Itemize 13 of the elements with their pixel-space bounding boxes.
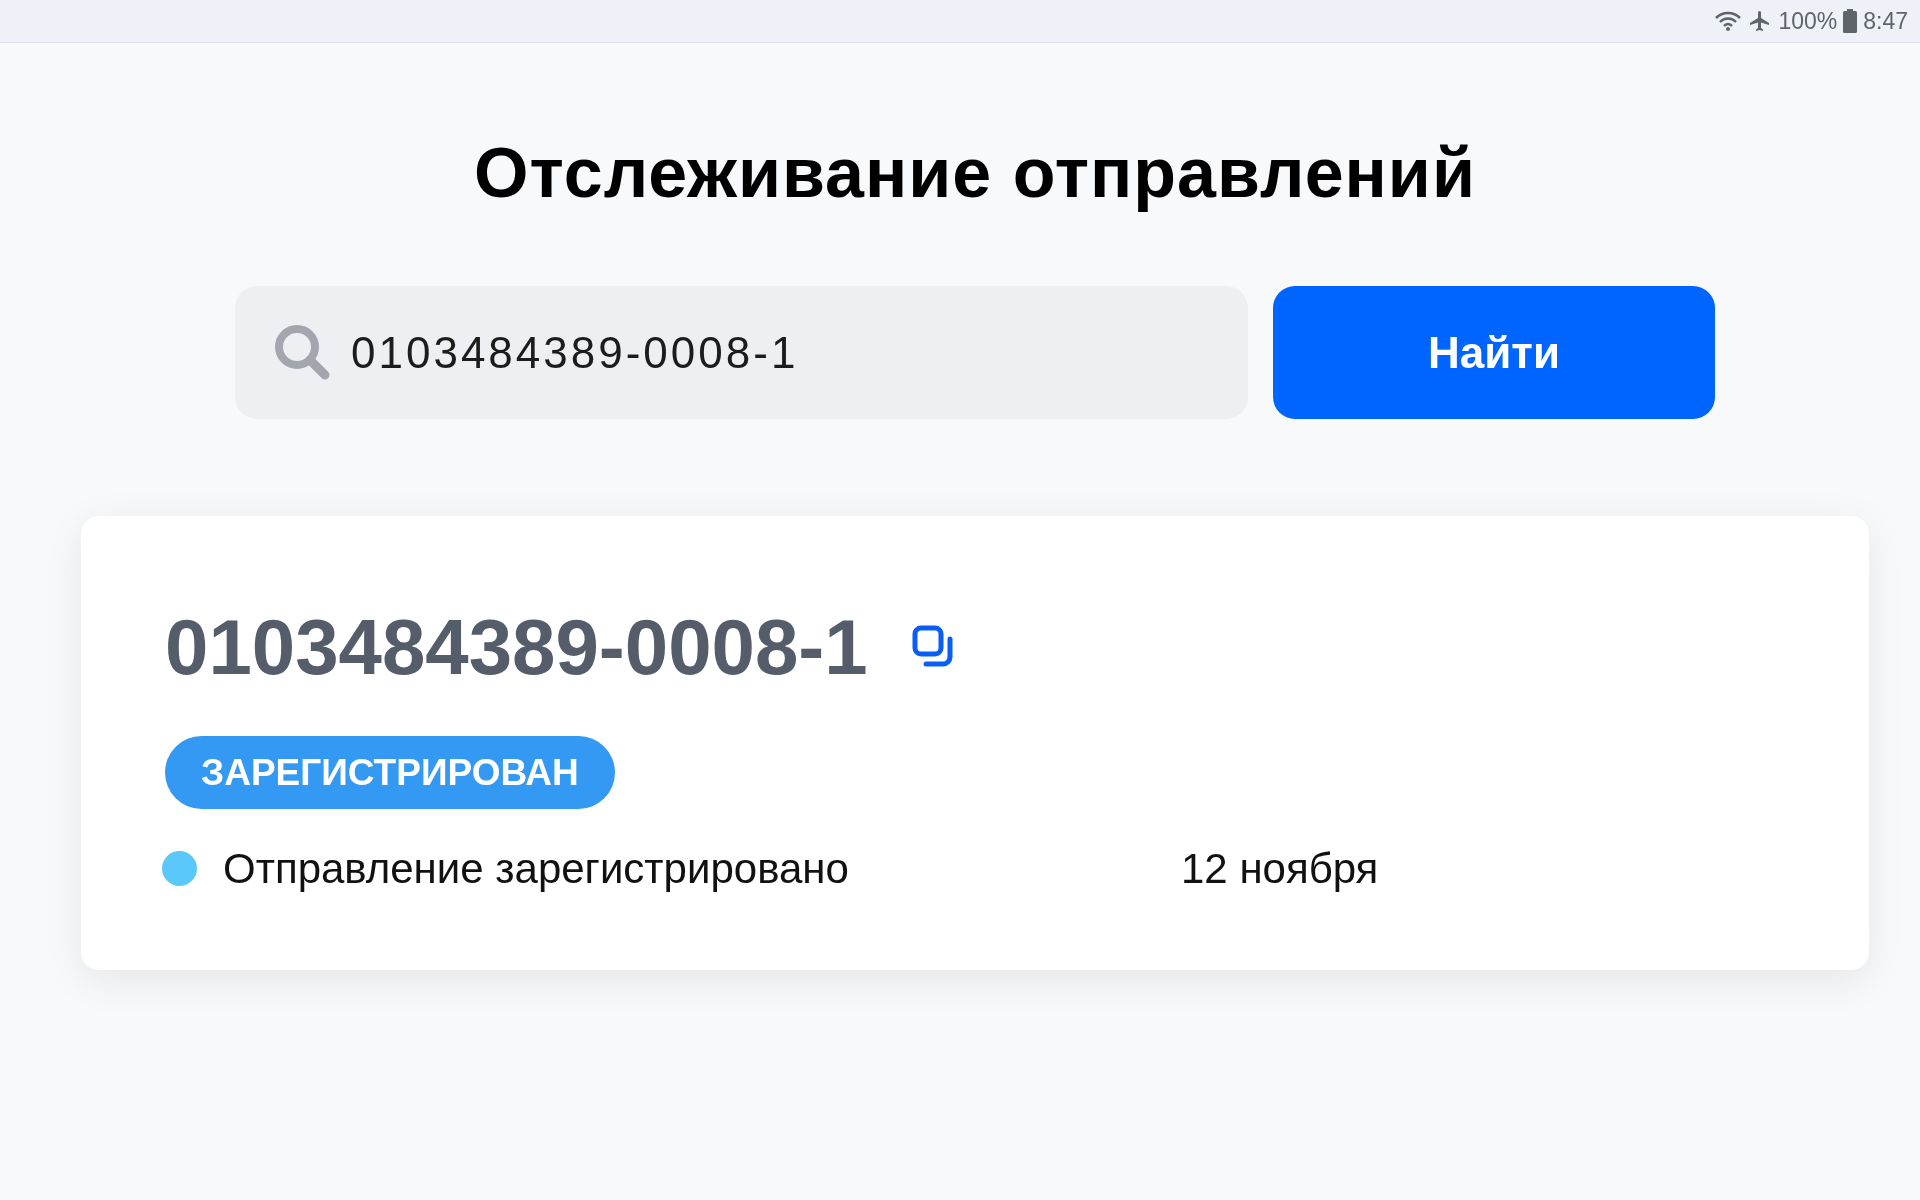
battery-icon bbox=[1843, 9, 1858, 33]
wifi-icon bbox=[1714, 10, 1743, 32]
search-field[interactable]: 0103484389-0008-1 bbox=[235, 286, 1248, 419]
tracking-number: 0103484389-0008-1 bbox=[165, 608, 868, 686]
clock: 8:47 bbox=[1863, 6, 1908, 36]
search-button[interactable]: Найти bbox=[1273, 286, 1715, 419]
page-title: Отслеживание отправлений bbox=[474, 133, 1476, 214]
search-icon bbox=[273, 323, 331, 381]
event-date: 12 ноября bbox=[1181, 844, 1379, 894]
copy-icon[interactable] bbox=[911, 625, 956, 669]
battery-percent: 100% bbox=[1778, 6, 1838, 36]
status-badge: ЗАРЕГИСТРИРОВАН bbox=[165, 736, 615, 809]
event-text: Отправление зарегистрировано bbox=[223, 844, 850, 894]
